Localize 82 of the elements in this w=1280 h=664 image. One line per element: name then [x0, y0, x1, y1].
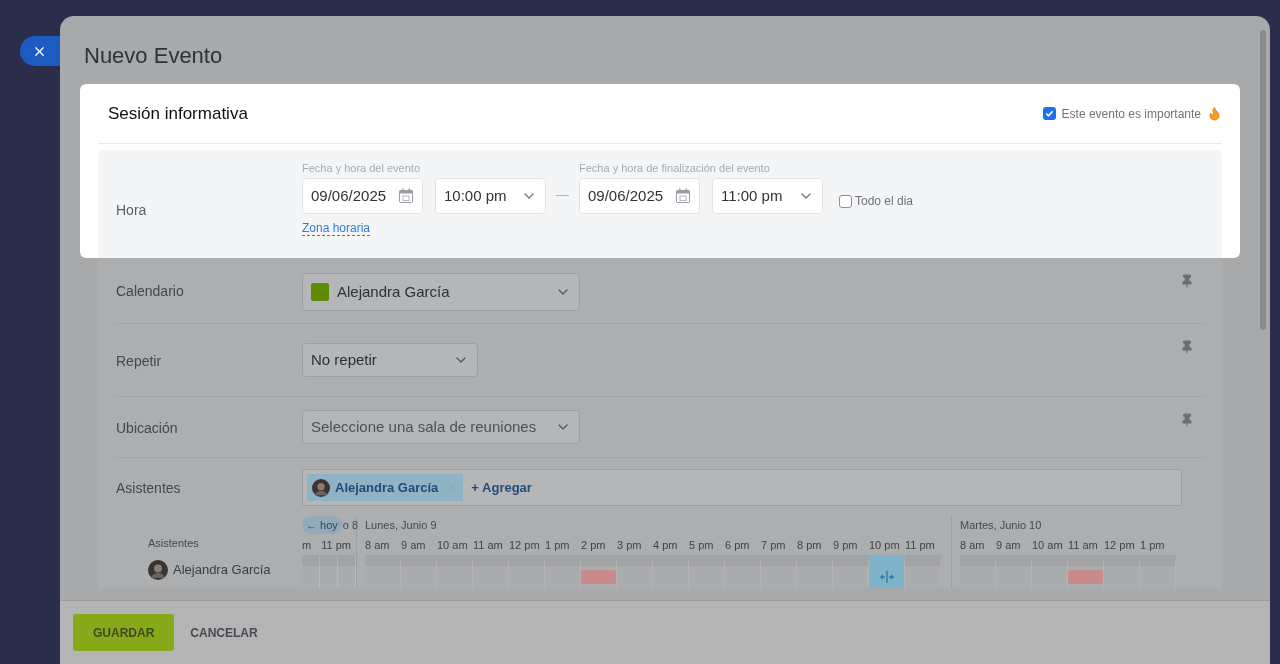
time-select[interactable]: 10:00 pm — [435, 178, 546, 214]
hour-label: 8 pm — [797, 537, 822, 553]
hour-label: 9 am — [401, 537, 426, 553]
important-checkbox[interactable] — [1042, 107, 1056, 120]
field-label: Ubicación — [116, 419, 179, 438]
hour-label: 11 pm — [905, 537, 935, 553]
scrollbar[interactable] — [1260, 30, 1266, 330]
add-attendee-link[interactable]: + Agregar — [471, 477, 532, 498]
calendar-icon[interactable] — [675, 188, 691, 204]
avatar — [312, 478, 330, 497]
range-separator: — — [555, 186, 570, 204]
hour-label: 1 pm — [545, 537, 570, 553]
date-field[interactable]: 09/06/2025 — [579, 178, 700, 214]
hour-label: 9 pm — [833, 537, 858, 553]
save-button[interactable]: GUARDAR — [73, 614, 175, 651]
close-button[interactable] — [20, 36, 60, 66]
select-value: Alejandra García — [337, 281, 450, 302]
time-slot[interactable] — [545, 555, 581, 588]
checkbox-label: Todo el dia — [855, 193, 914, 210]
time-slot[interactable] — [1032, 555, 1068, 588]
day-title: Martes, Junio 10 — [960, 517, 1042, 533]
hour-label: 10 am — [1032, 537, 1063, 553]
attendee-name: Alejandra García — [173, 560, 271, 579]
timeline-label: Asistentes — [148, 536, 200, 551]
time-slot[interactable] — [869, 555, 905, 588]
pin-icon[interactable] — [1180, 340, 1194, 354]
busy-block — [1068, 570, 1103, 584]
dialog-title: Nuevo Evento — [83, 42, 224, 70]
hour-label: 2 pm — [581, 537, 606, 553]
today-button[interactable]: ← hoy — [302, 516, 342, 534]
time-slot[interactable] — [1068, 555, 1104, 588]
repeat-select[interactable]: No repetir — [302, 343, 478, 377]
busy-block — [581, 570, 616, 584]
select-value: No repetir — [311, 349, 377, 370]
hour-label: 11 am — [1068, 537, 1098, 553]
field-caption: Fecha y hora de finalización del evento — [579, 161, 771, 175]
hour-label: 10 pm — [869, 537, 900, 553]
location-select[interactable]: Seleccione una sala de reuniones — [302, 410, 580, 444]
attendees-field[interactable]: Alejandra García + Agregar — [302, 469, 1182, 506]
time-slot[interactable] — [617, 555, 653, 588]
calendar-select[interactable]: Alejandra García — [302, 273, 580, 311]
cancel-button[interactable]: CANCELAR — [190, 614, 258, 651]
time-slot[interactable] — [1104, 555, 1140, 588]
time-slot[interactable] — [833, 555, 869, 588]
hour-label: 11 am — [473, 537, 503, 553]
hour-label: 12 pm — [509, 537, 540, 553]
hour-label: 6 pm — [725, 537, 750, 553]
hour-label: 3 pm — [617, 537, 642, 553]
hour-label: 4 pm — [653, 537, 678, 553]
checkbox-label: Este evento es importante — [1061, 105, 1201, 123]
all-day-checkbox[interactable] — [839, 194, 852, 208]
field-label: Hora — [115, 201, 148, 220]
hour-label: 11 pm — [321, 537, 351, 553]
hour-label: 8 am — [365, 537, 390, 553]
hour-label: 8 am — [960, 537, 985, 553]
timezone-link[interactable]: Zona horaria — [302, 221, 371, 236]
day-title: o 8 — [342, 517, 359, 533]
field-label: Repetir — [116, 352, 163, 371]
hour-label: 10 am — [437, 537, 468, 553]
day-title: Lunes, Junio 9 — [365, 517, 437, 533]
field-caption: Fecha y hora del evento — [302, 161, 422, 175]
flame-icon — [1207, 106, 1222, 121]
hour-label: 5 pm — [689, 537, 714, 553]
hour-label: 12 pm — [1104, 537, 1135, 553]
time-slot[interactable] — [905, 555, 941, 588]
field-label: Asistentes — [116, 479, 182, 498]
hour-label: 7 pm — [761, 537, 786, 553]
hour-label: 9 am — [996, 537, 1021, 553]
select-value: Seleccione una sala de reuniones — [311, 416, 537, 437]
hour-label: 1 pm — [1140, 537, 1165, 553]
resize-handle-icon[interactable] — [879, 571, 894, 583]
attendee-tag[interactable]: Alejandra García — [307, 474, 464, 501]
field-label: Calendario — [116, 282, 185, 301]
time-select[interactable]: 11:00 pm — [712, 178, 823, 214]
hour-label: m — [302, 537, 312, 553]
calendar-icon[interactable] — [398, 188, 414, 204]
event-name: Sesión informativa — [108, 102, 248, 125]
pin-icon[interactable] — [1180, 274, 1194, 288]
date-field[interactable]: 09/06/2025 — [302, 178, 423, 214]
avatar — [148, 559, 168, 580]
time-slot[interactable] — [581, 555, 617, 588]
pin-icon[interactable] — [1180, 413, 1194, 427]
